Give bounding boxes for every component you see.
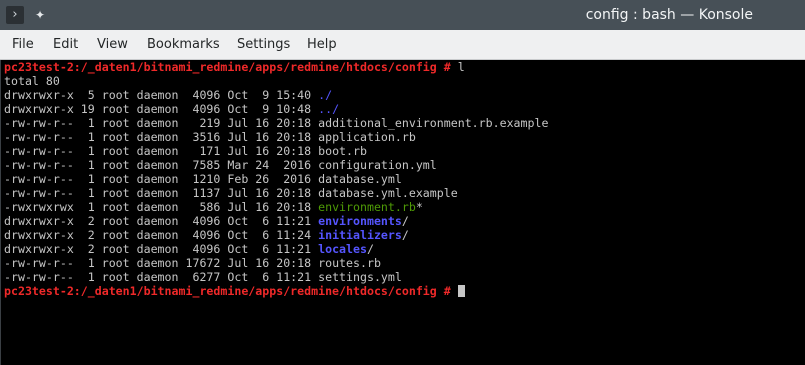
shell-prompt: pc23test-2:/_daten1/bitnami_redmine/apps… [4, 284, 451, 298]
listing-row: drwxrwxr-x 2 root daemon 4096 Oct 6 11:2… [4, 242, 805, 256]
command-line: pc23test-2:/_daten1/bitnami_redmine/apps… [4, 60, 805, 74]
file-name: routes.rb [318, 256, 381, 270]
command-line: pc23test-2:/_daten1/bitnami_redmine/apps… [4, 284, 805, 298]
listing-row: -rw-rw-r-- 1 root daemon 7585 Mar 24 201… [4, 158, 805, 172]
listing-row: -rw-rw-r-- 1 root daemon 171 Jul 16 20:1… [4, 144, 805, 158]
file-name: locales [318, 242, 367, 256]
file-meta: drwxrwxr-x 2 root daemon 4096 Oct 6 11:2… [4, 242, 319, 256]
file-meta: -rw-rw-r-- 1 root daemon 219 Jul 16 20:1… [4, 116, 319, 130]
file-name: database.yml.example [318, 186, 458, 200]
file-meta: -rw-rw-r-- 1 root daemon 1210 Feb 26 201… [4, 172, 319, 186]
listing-row: drwxrwxr-x 2 root daemon 4096 Oct 6 11:2… [4, 214, 805, 228]
menu-view[interactable]: View [97, 30, 128, 59]
file-suffix: / [401, 228, 409, 242]
file-meta: drwxrwxr-x 2 root daemon 4096 Oct 6 11:2… [4, 214, 319, 228]
listing-row: drwxrwxr-x 5 root daemon 4096 Oct 9 15:4… [4, 88, 805, 102]
menu-bookmarks[interactable]: Bookmarks [147, 30, 220, 59]
shell-prompt: pc23test-2:/_daten1/bitnami_redmine/apps… [4, 60, 451, 74]
menu-bar: File Edit View Bookmarks Settings Help [0, 30, 805, 60]
file-name: initializers [318, 228, 402, 242]
terminal-output[interactable]: pc23test-2:/_daten1/bitnami_redmine/apps… [0, 60, 805, 365]
listing-row: -rwxrwxrwx 1 root daemon 586 Jul 16 20:1… [4, 200, 805, 214]
file-meta: -rw-rw-r-- 1 root daemon 7585 Mar 24 201… [4, 158, 319, 172]
listing-row: -rw-rw-r-- 1 root daemon 1137 Jul 16 20:… [4, 186, 805, 200]
file-name: ./ [318, 88, 333, 102]
file-meta: -rw-rw-r-- 1 root daemon 3516 Jul 16 20:… [4, 130, 319, 144]
file-name: settings.yml [318, 270, 402, 284]
file-meta: drwxrwxr-x 19 root daemon 4096 Oct 9 10:… [4, 102, 319, 116]
listing-row: drwxrwxr-x 19 root daemon 4096 Oct 9 10:… [4, 102, 805, 116]
file-name: environments [318, 214, 402, 228]
menu-file[interactable]: File [12, 30, 34, 59]
file-name: additional_environment.rb.example [318, 116, 549, 130]
listing-row: -rw-rw-r-- 1 root daemon 219 Jul 16 20:1… [4, 116, 805, 130]
listing-row: -rw-rw-r-- 1 root daemon 6277 Oct 6 11:2… [4, 270, 805, 284]
text-cursor [457, 285, 465, 297]
menu-settings[interactable]: Settings [237, 30, 290, 59]
file-meta: -rw-rw-r-- 1 root daemon 171 Jul 16 20:1… [4, 144, 319, 158]
window-title: config : bash — Konsole [585, 7, 753, 23]
file-name: database.yml [318, 172, 402, 186]
file-suffix: / [401, 214, 409, 228]
menu-edit[interactable]: Edit [53, 30, 78, 59]
listing-row: drwxrwxr-x 2 root daemon 4096 Oct 6 11:2… [4, 228, 805, 242]
file-name: boot.rb [318, 144, 367, 158]
file-name: environment.rb [318, 200, 416, 214]
file-name: configuration.yml [318, 158, 437, 172]
file-meta: drwxrwxr-x 5 root daemon 4096 Oct 9 15:4… [4, 88, 319, 102]
file-meta: -rwxrwxrwx 1 root daemon 586 Jul 16 20:1… [4, 200, 319, 214]
window-titlebar[interactable]: › ✦ config : bash — Konsole [0, 0, 805, 30]
file-suffix: / [366, 242, 374, 256]
listing-row: -rw-rw-r-- 1 root daemon 1210 Feb 26 201… [4, 172, 805, 186]
file-name: application.rb [318, 130, 416, 144]
file-meta: -rw-rw-r-- 1 root daemon 17672 Jul 16 20… [4, 256, 319, 270]
file-meta: -rw-rw-r-- 1 root daemon 6277 Oct 6 11:2… [4, 270, 319, 284]
listing-row: -rw-rw-r-- 1 root daemon 17672 Jul 16 20… [4, 256, 805, 270]
file-meta: -rw-rw-r-- 1 root daemon 1137 Jul 16 20:… [4, 186, 319, 200]
total-line: total 80 [4, 74, 60, 88]
menu-help[interactable]: Help [307, 30, 337, 59]
command-input[interactable] [451, 284, 458, 298]
file-meta: drwxrwxr-x 2 root daemon 4096 Oct 6 11:2… [4, 228, 319, 242]
command-text: l [450, 60, 465, 74]
listing-row: -rw-rw-r-- 1 root daemon 3516 Jul 16 20:… [4, 130, 805, 144]
file-suffix: * [415, 200, 423, 214]
file-name: ../ [318, 102, 340, 116]
